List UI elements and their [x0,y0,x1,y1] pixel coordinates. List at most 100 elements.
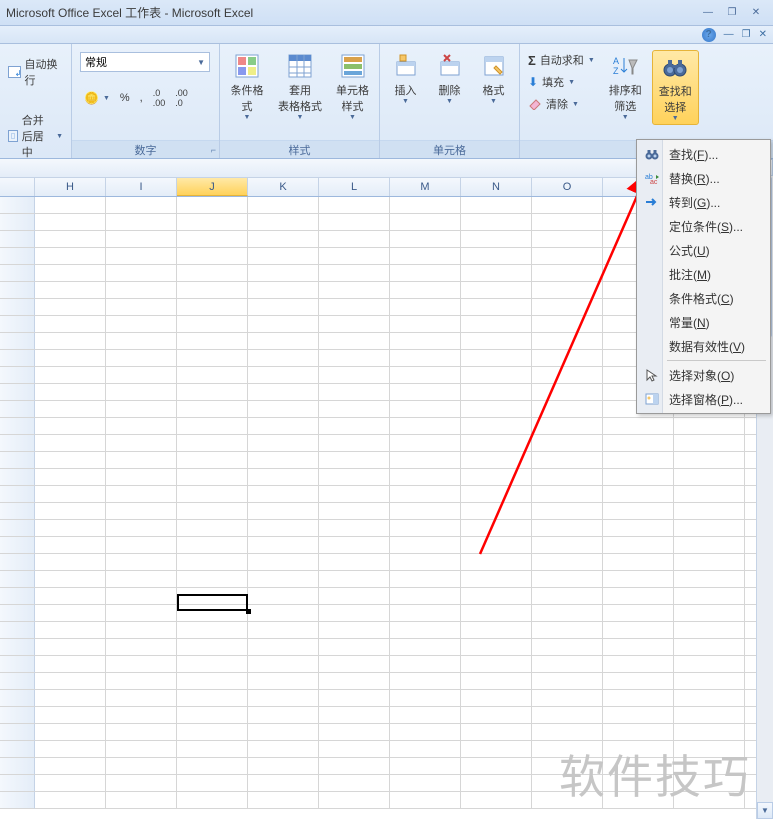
increase-decimal-button[interactable]: .0.00 [149,86,170,110]
clear-button[interactable]: 清除 ▼ [524,94,599,114]
goto-icon [644,194,660,210]
menu-item-10[interactable]: 选择对象(O) [639,363,768,387]
wrap-label: 自动换行 [25,56,64,88]
table-format-label: 套用 表格格式 [278,82,322,114]
styles-group-label: 样式 [289,142,311,158]
menu-item-0[interactable]: 查找(F)... [639,142,768,166]
sigma-icon: Σ [528,53,536,68]
fill-button[interactable]: ⬇ 填充 ▼ [524,72,599,92]
sort-filter-label: 排序和 筛选 [609,82,642,114]
window-restore[interactable]: ❐ [721,5,743,21]
pane-icon [644,391,660,407]
menu-item-11[interactable]: 选择窗格(P)... [639,387,768,411]
column-header-O[interactable]: O [532,178,603,196]
menu-item-3[interactable]: 定位条件(S)... [639,214,768,238]
number-launcher[interactable]: ⌐ [211,145,216,155]
table-format-button[interactable]: 套用 表格格式 ▼ [272,50,328,123]
insert-label: 插入 [395,82,417,98]
menu-item-label: 定位条件(S)... [669,218,743,235]
cond-format-label: 条件格式 [230,82,264,114]
autosum-button[interactable]: Σ 自动求和 ▼ [524,50,599,70]
cell-styles-icon [339,52,367,80]
window-close[interactable]: ✕ [745,5,767,21]
delete-label: 删除 [439,82,461,98]
cell-styles-label: 单元格 样式 [336,82,369,114]
find-select-label: 查找和 选择 [659,83,692,115]
percent-button[interactable]: % [116,86,134,110]
column-header-J[interactable]: J [177,178,248,196]
menu-item-label: 批注(M) [669,266,711,283]
autosum-label: 自动求和 [540,52,584,68]
help-icon[interactable]: ? [702,28,716,42]
workbook-minimize[interactable]: — [724,29,734,40]
chevron-down-icon: ▼ [103,95,110,102]
number-format-combo[interactable]: 常规 ▼ [80,52,210,72]
merge-center-button[interactable]: 合并后居中 ▼ [4,110,67,162]
column-header-L[interactable]: L [319,178,390,196]
column-header-K[interactable]: K [248,178,319,196]
percent-icon: % [120,92,130,104]
chevron-down-icon: ▼ [572,101,579,108]
chevron-down-icon: ▼ [490,98,497,105]
clear-label: 清除 [546,96,568,112]
chevron-down-icon: ▼ [56,133,63,140]
menu-item-label: 替换(R)... [669,170,720,187]
column-header-I[interactable]: I [106,178,177,196]
window-title: Microsoft Office Excel 工作表 - Microsoft E… [6,4,253,21]
insert-cells-button[interactable]: 插入 ▼ [386,50,426,107]
window-minimize[interactable]: — [697,5,719,21]
menu-item-4[interactable]: 公式(U) [639,238,768,262]
menu-item-label: 常量(N) [669,314,710,331]
active-cell-outline [177,594,248,611]
binoculars-icon [661,53,689,81]
dec-decimal-icon: .00.0 [175,88,188,108]
menu-item-2[interactable]: 转到(G)... [639,190,768,214]
workbook-close[interactable]: ✕ [759,29,767,40]
chevron-down-icon: ▼ [297,114,304,121]
conditional-format-button[interactable]: 条件格式 ▼ [224,50,270,123]
replace-icon: abac [644,170,660,186]
eraser-icon [528,98,542,110]
column-header-H[interactable]: H [35,178,106,196]
currency-icon: 🪙 [84,91,99,105]
wrap-text-button[interactable]: ↲ 自动换行 [4,54,67,90]
comma-button[interactable]: , [136,86,147,110]
pointer-icon [644,367,660,383]
wrap-icon: ↲ [8,66,21,78]
menu-item-label: 选择对象(O) [669,367,734,384]
menu-item-6[interactable]: 条件格式(C) [639,286,768,310]
menu-item-7[interactable]: 常量(N) [639,310,768,334]
menu-item-label: 条件格式(C) [669,290,734,307]
menu-item-5[interactable]: 批注(M) [639,262,768,286]
sort-filter-button[interactable]: AZ 排序和 筛选 ▼ [603,50,648,123]
delete-cells-button[interactable]: 删除 ▼ [430,50,470,107]
fill-handle[interactable] [246,609,251,614]
delete-icon [436,52,464,80]
cell-styles-button[interactable]: 单元格 样式 ▼ [330,50,375,123]
column-header-M[interactable]: M [390,178,461,196]
insert-icon [392,52,420,80]
inc-decimal-icon: .0.00 [153,88,166,108]
workbook-restore[interactable]: ❐ [742,29,751,40]
menu-item-8[interactable]: 数据有效性(V) [639,334,768,358]
format-cells-button[interactable]: 格式 ▼ [474,50,514,107]
scroll-down-button[interactable]: ▼ [757,802,773,819]
column-header-N[interactable]: N [461,178,532,196]
chevron-down-icon: ▼ [672,115,679,122]
merge-icon [8,130,18,142]
chevron-down-icon: ▼ [446,98,453,105]
chevron-down-icon: ▼ [402,98,409,105]
format-cells-label: 格式 [483,82,505,98]
decrease-decimal-button[interactable]: .00.0 [171,86,192,110]
accounting-format-button[interactable]: 🪙▼ [80,86,114,110]
chevron-down-icon: ▼ [622,114,629,121]
fill-icon: ⬇ [528,75,538,89]
find-select-menu: 查找(F)... abac 替换(R)... 转到(G)... 定位条件(S)... 公式… [636,139,771,414]
format-icon [480,52,508,80]
find-select-button[interactable]: 查找和 选择 ▼ [652,50,699,125]
quick-access-row: ? — ❐ ✕ [0,26,773,44]
menu-item-1[interactable]: abac 替换(R)... [639,166,768,190]
svg-text:A: A [613,56,619,66]
menu-item-label: 选择窗格(P)... [669,391,743,408]
cells-group-label: 单元格 [433,142,466,158]
